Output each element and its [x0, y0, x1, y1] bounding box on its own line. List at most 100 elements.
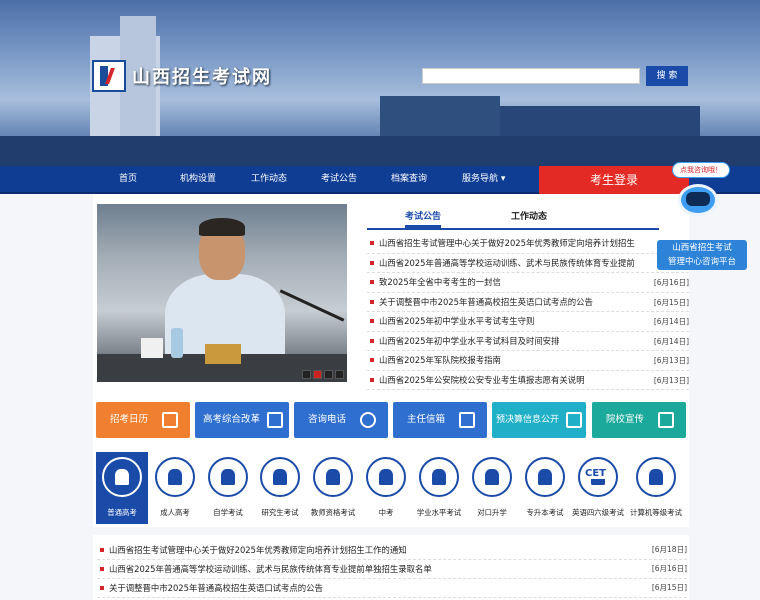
nav-exam-notice[interactable]: 考试公告	[321, 166, 357, 192]
assistant-label[interactable]: 山西省招生考试 管理中心咨询平台	[657, 240, 747, 270]
quick-button-label: 主任信箱	[407, 414, 446, 425]
mailbox-icon	[459, 412, 475, 428]
assistant-line2: 管理中心咨询平台	[667, 257, 736, 267]
news-title: 山西省2025年公安院校公安专业考生填报志愿有关说明	[379, 374, 585, 385]
rooftops-image	[0, 136, 760, 166]
category-teacher[interactable]: 教师资格考试	[307, 452, 359, 524]
login-button[interactable]: 考生登录	[539, 166, 689, 194]
news-item[interactable]: 关于调整晋中市2025年普通高校招生英语口试考点的公告 [6月15日]	[97, 579, 687, 598]
cet-icon: CET	[578, 457, 618, 497]
quick-button-label: 咨询电话	[308, 414, 347, 425]
news-item[interactable]: 山西省招生考试管理中心关于做好2025年优秀教师定向培养计划招生工作的通知 [6月…	[97, 541, 687, 560]
bottom-news-list: 山西省招生考试管理中心关于做好2025年优秀教师定向培养计划招生工作的通知 [6月…	[97, 541, 687, 598]
nav-services-label: 服务导航	[462, 174, 499, 184]
nav-services[interactable]: 服务导航 ▾	[462, 166, 505, 192]
news-item[interactable]: 山西省招生考试管理中心关于做好2025年优秀教师定向培养计划招生	[367, 234, 689, 254]
news-title: 山西省2025年军队院校报考指南	[379, 355, 501, 365]
nav-organization[interactable]: 机构设置	[180, 166, 216, 192]
news-photo[interactable]	[97, 204, 347, 382]
quick-button-budget[interactable]: 预决算信息公开	[492, 402, 586, 438]
assistant-bubble: 点我咨询哦！	[672, 162, 730, 178]
news-date: [6月18日]	[651, 545, 687, 554]
site-title: 山西招生考试网	[132, 67, 272, 88]
news-title: 山西省招生考试管理中心关于做好2025年优秀教师定向培养计划招生工作的通知	[109, 545, 407, 555]
slide-dot[interactable]	[302, 370, 311, 379]
book-icon	[419, 457, 459, 497]
news-item[interactable]: 山西省2025年公安院校公安专业考生填报志愿有关说明 [6月13日]	[367, 371, 689, 390]
search-input[interactable]	[422, 68, 640, 84]
cup-icon	[141, 338, 163, 358]
news-date: [6月14日]	[653, 317, 689, 326]
tab-exam-notice[interactable]: 考试公告	[405, 206, 442, 228]
category-gaokao[interactable]: 普通高考	[96, 452, 148, 524]
quick-button-hotline[interactable]: 咨询电话	[294, 402, 388, 438]
robot-face	[686, 192, 710, 206]
slide-dot[interactable]	[324, 370, 333, 379]
news-date: [6月13日]	[653, 375, 689, 385]
news-title: 关于调整晋中市2025年普通高校招生英语口试考点的公告	[109, 583, 323, 593]
tab-work-news[interactable]: 工作动态	[511, 206, 547, 228]
news-date: [6月15日]	[653, 297, 689, 307]
category-zhongkao[interactable]: 中考	[360, 452, 412, 524]
news-title: 山西省2025年初中学业水平考试科目及时间安排	[379, 335, 560, 346]
self-study-icon	[208, 457, 248, 497]
category-cet[interactable]: CET 英语四六级考试	[572, 452, 624, 524]
category-label: 研究生考试	[261, 508, 299, 517]
category-proficiency[interactable]: 学业水平考试	[413, 452, 465, 524]
assistant-robot[interactable]: 点我咨询哦！	[672, 162, 730, 242]
category-upgrade[interactable]: 专升本考试	[519, 452, 571, 524]
news-tabs: 考试公告 工作动态	[367, 206, 659, 230]
quick-button-schools[interactable]: 院校宣传	[592, 402, 686, 438]
news-item[interactable]: 关于调整晋中市2025年普通高校招生英语口试考点的公告 [6月15日]	[367, 293, 689, 312]
category-label: 学业水平考试	[416, 508, 462, 517]
nav-home[interactable]: 首页	[119, 166, 137, 192]
news-date: [6月14日]	[653, 336, 689, 346]
category-label: 普通高考	[107, 508, 137, 517]
news-title: 关于调整晋中市2025年普通高校招生英语口试考点的公告	[379, 296, 593, 307]
category-graduate[interactable]: 研究生考试	[254, 452, 306, 524]
news-item[interactable]: 山西省2025年初中学业水平考试考生守则 [6月14日]	[367, 312, 689, 332]
graduate-icon	[260, 457, 300, 497]
cet-badge: CET	[585, 468, 606, 479]
category-computer[interactable]: 计算机等级考试	[625, 452, 687, 524]
news-item[interactable]: 山西省2025年初中学业水平考试科目及时间安排 [6月14日]	[367, 332, 689, 351]
category-label: 英语四六级考试	[572, 508, 624, 517]
quick-button-calendar[interactable]: 招考日历	[96, 402, 190, 438]
news-date: [6月16日]	[651, 564, 687, 573]
nav-work-news[interactable]: 工作动态	[251, 166, 287, 192]
calendar-icon	[162, 412, 178, 428]
news-list: 山西省招生考试管理中心关于做好2025年优秀教师定向培养计划招生 山西省2025…	[367, 234, 689, 390]
quick-button-label: 预决算信息公开	[496, 415, 560, 425]
slide-dot[interactable]	[335, 370, 344, 379]
news-item[interactable]: 致2025年全省中考考生的一封信 [6月16日]	[367, 273, 689, 293]
search-button[interactable]: 搜 索	[646, 66, 688, 86]
news-title: 致2025年全省中考考生的一封信	[379, 277, 501, 287]
news-item[interactable]: 山西省2025年军队院校报考指南 [6月13日]	[367, 351, 689, 371]
slide-dot-active[interactable]	[313, 370, 322, 379]
site-logo[interactable]: 山西招生考试网	[92, 60, 272, 92]
quick-button-label: 高考综合改革	[203, 414, 261, 425]
adult-student-icon	[155, 457, 195, 497]
cap-book-icon	[472, 457, 512, 497]
category-label: 对口升学	[477, 508, 507, 517]
exam-categories: 普通高考 成人高考 自学考试 研究生考试 教师资格考试 中考 学业水平考试 对口…	[93, 452, 689, 524]
news-item[interactable]: 山西省2025年普通高等学校运动训练、武术与民族传统体育专业提前单独招生录取名单…	[97, 560, 687, 579]
divider	[93, 527, 689, 535]
news-title: 山西省招生考试管理中心关于做好2025年优秀教师定向培养计划招生	[379, 238, 635, 248]
news-date: [6月15日]	[651, 583, 687, 592]
upgrade-icon	[525, 457, 565, 497]
category-self-study[interactable]: 自学考试	[202, 452, 254, 524]
news-date: [6月16日]	[653, 278, 689, 287]
category-vocational[interactable]: 对口升学	[466, 452, 518, 524]
school-icon	[658, 412, 674, 428]
news-item[interactable]: 山西省2025年普通高等学校运动训练、武术与民族传统体育专业提前	[367, 254, 689, 273]
person-hair	[199, 218, 245, 236]
category-label: 计算机等级考试	[630, 508, 682, 517]
quick-button-label: 院校宣传	[606, 414, 645, 425]
quick-button-mailbox[interactable]: 主任信箱	[393, 402, 487, 438]
nameplate	[205, 344, 241, 364]
quick-button-label: 招考日历	[110, 414, 149, 425]
quick-button-reform[interactable]: 高考综合改革	[195, 402, 289, 438]
category-adult[interactable]: 成人高考	[149, 452, 201, 524]
nav-archive-query[interactable]: 档案查询	[391, 166, 427, 192]
